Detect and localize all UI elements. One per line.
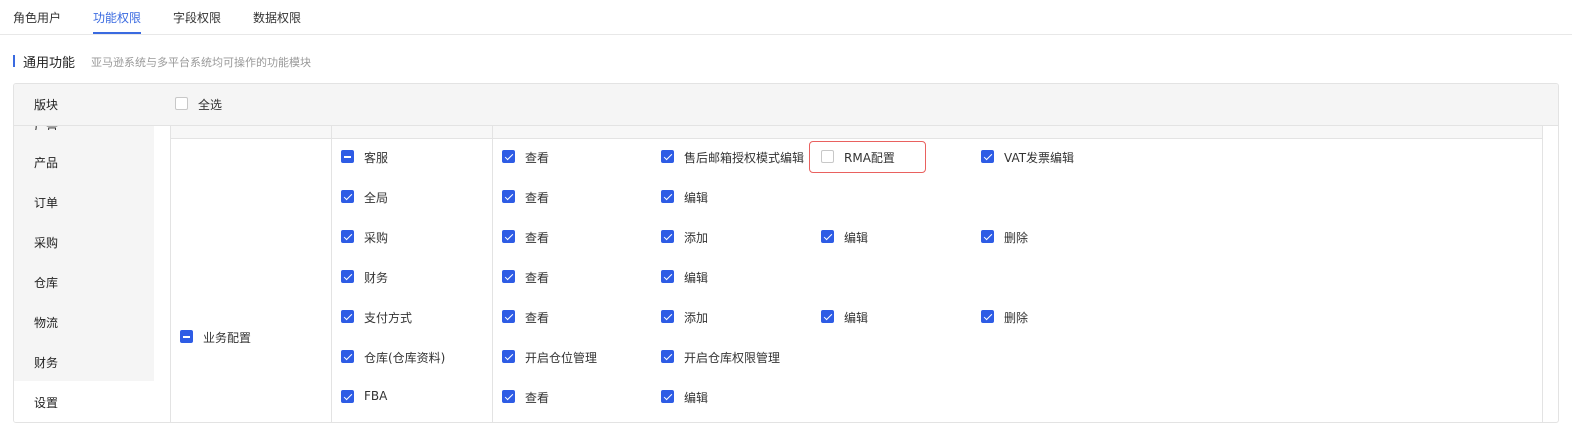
permission-checkbox[interactable] xyxy=(661,190,674,203)
grid-top-row xyxy=(171,126,1542,139)
permission-checkbox[interactable] xyxy=(502,310,515,323)
permission-checkbox[interactable] xyxy=(981,310,994,323)
permission-label: 查看 xyxy=(525,231,550,245)
permission-checkbox[interactable] xyxy=(821,230,834,243)
permission-label: 删除 xyxy=(1004,311,1029,325)
sidebar-item-finance[interactable]: 财务 xyxy=(34,354,58,371)
permission-label: 查看 xyxy=(525,391,550,405)
section-description: 亚马逊系统与多平台系统均可操作的功能模块 xyxy=(91,56,311,69)
permission-label: 开启仓位管理 xyxy=(525,351,598,365)
permission-checkbox[interactable] xyxy=(661,350,674,363)
rma-highlight-box xyxy=(809,141,926,173)
permission-label: VAT发票编辑 xyxy=(1004,151,1075,165)
module-label: 支付方式 xyxy=(364,311,413,325)
permission-checkbox[interactable] xyxy=(502,190,515,203)
tab-function-permissions[interactable]: 功能权限 xyxy=(93,9,141,26)
module-label: FBA xyxy=(364,389,388,403)
select-all-checkbox[interactable] xyxy=(175,97,188,110)
module-label: 全局 xyxy=(364,191,389,205)
permission-checkbox[interactable] xyxy=(661,230,674,243)
permission-checkbox[interactable] xyxy=(661,150,674,163)
module-label: 财务 xyxy=(364,271,389,285)
sidebar-item-orders[interactable]: 订单 xyxy=(34,194,58,211)
tab-bar: 角色用户 功能权限 字段权限 数据权限 xyxy=(0,0,1572,35)
sidebar-item-logistics[interactable]: 物流 xyxy=(34,314,58,331)
permission-checkbox[interactable] xyxy=(502,150,515,163)
permission-label: 查看 xyxy=(525,271,550,285)
module-checkbox[interactable] xyxy=(341,150,354,163)
group-label: 业务配置 xyxy=(203,331,252,345)
sidebar-item-ads-partial[interactable]: 广告 xyxy=(34,126,64,130)
module-checkbox[interactable] xyxy=(341,270,354,283)
sidebar-item-warehouse[interactable]: 仓库 xyxy=(34,274,58,291)
permission-label: 查看 xyxy=(525,191,550,205)
permission-label: 查看 xyxy=(525,151,550,165)
permission-label: 编辑 xyxy=(844,311,869,325)
permission-checkbox[interactable] xyxy=(502,270,515,283)
module-label: 采购 xyxy=(364,231,389,245)
permission-label: 添加 xyxy=(684,231,709,245)
permission-checkbox[interactable] xyxy=(502,350,515,363)
permission-checkbox[interactable] xyxy=(981,230,994,243)
section-accent-bar xyxy=(13,55,15,67)
permission-label: 售后邮箱授权模式编辑 xyxy=(684,151,805,165)
permission-label: 编辑 xyxy=(684,391,709,405)
permission-checkbox[interactable] xyxy=(661,270,674,283)
permission-checkbox[interactable] xyxy=(661,390,674,403)
tab-role-users[interactable]: 角色用户 xyxy=(13,9,61,26)
tab-data-permissions[interactable]: 数据权限 xyxy=(253,9,301,26)
sidebar-item-settings[interactable]: 设置 xyxy=(34,394,58,411)
panel-header: 版块 全选 xyxy=(14,84,1558,126)
module-checkbox[interactable] xyxy=(341,350,354,363)
module-column-header: 版块 xyxy=(34,98,59,112)
group-checkbox[interactable] xyxy=(180,330,193,343)
permission-label: 添加 xyxy=(684,311,709,325)
select-all-label: 全选 xyxy=(198,98,223,112)
module-checkbox[interactable] xyxy=(341,230,354,243)
permission-checkbox[interactable] xyxy=(502,390,515,403)
permission-label: 编辑 xyxy=(844,231,869,245)
module-label: 仓库(仓库资料) xyxy=(364,351,446,365)
section-title: 通用功能 xyxy=(23,56,76,71)
permission-panel: 版块 全选 广告 产品 订单 采购 仓库 物流 财务 设置 xyxy=(13,83,1559,423)
grid-divider xyxy=(331,126,332,422)
active-tab-indicator xyxy=(93,32,141,34)
permission-label: 编辑 xyxy=(684,191,709,205)
sidebar-item-products[interactable]: 产品 xyxy=(34,154,58,171)
module-checkbox[interactable] xyxy=(341,390,354,403)
module-checkbox[interactable] xyxy=(341,310,354,323)
permission-checkbox[interactable] xyxy=(661,310,674,323)
permission-label: 删除 xyxy=(1004,231,1029,245)
tab-field-permissions[interactable]: 字段权限 xyxy=(173,9,221,26)
permission-checkbox[interactable] xyxy=(821,310,834,323)
permission-label: 开启仓库权限管理 xyxy=(684,351,781,365)
permission-label: 编辑 xyxy=(684,271,709,285)
module-checkbox[interactable] xyxy=(341,190,354,203)
module-label: 客服 xyxy=(364,151,389,165)
permission-checkbox[interactable] xyxy=(981,150,994,163)
permission-checkbox[interactable] xyxy=(502,230,515,243)
sidebar-item-purchasing[interactable]: 采购 xyxy=(34,234,58,251)
grid-divider xyxy=(492,126,493,422)
permission-label: 查看 xyxy=(525,311,550,325)
